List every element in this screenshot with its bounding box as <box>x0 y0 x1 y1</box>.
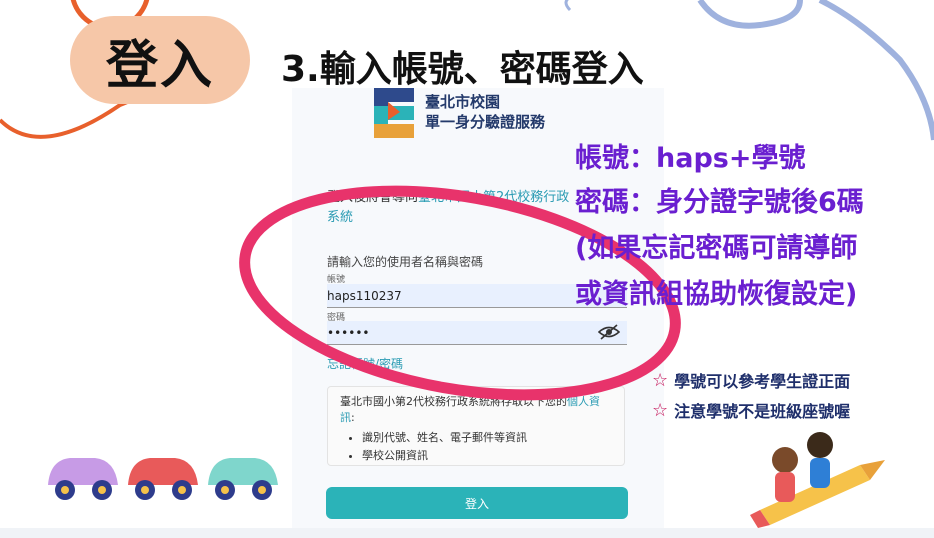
brand-line-2: 單一身分驗證服務 <box>425 113 546 131</box>
info-item: 學校公開資訊 <box>362 447 612 465</box>
note-1: ☆ 學號可以參考學生證正面 <box>652 368 850 392</box>
brand-name: 臺北市校園 單一身分驗證服務 <box>425 92 545 132</box>
info-item: 識別代號、姓名、電子郵件等資訊 <box>362 429 612 447</box>
annotation-account: 帳號：haps+學號 <box>575 143 806 174</box>
slide-title: 3.輸入帳號、密碼登入 <box>281 49 644 90</box>
cars-illustration <box>48 458 278 500</box>
login-badge: 登入 <box>70 16 250 104</box>
note-1-text: 學號可以參考學生證正面 <box>674 372 851 391</box>
annotation-forgot-2: 或資訊組協助恢復設定) <box>575 279 858 310</box>
kids-on-pencil-illustration <box>750 432 885 528</box>
brand-line-1: 臺北市校園 <box>425 93 501 111</box>
note-2-text: 注意學號不是班級座號喔 <box>674 402 851 421</box>
annotation-forgot-1: (如果忘記密碼可請導師 <box>575 233 858 264</box>
login-button[interactable]: 登入 <box>326 487 628 519</box>
annotation-password: 密碼：身分證字號後6碼 <box>575 187 864 218</box>
star-icon: ☆ <box>652 369 669 391</box>
info-suffix: : <box>351 411 355 424</box>
school-logo-icon <box>374 88 414 138</box>
info-list: 識別代號、姓名、電子郵件等資訊 學校公開資訊 <box>340 429 612 465</box>
star-icon: ☆ <box>652 399 669 421</box>
note-2: ☆ 注意學號不是班級座號喔 <box>652 398 850 422</box>
